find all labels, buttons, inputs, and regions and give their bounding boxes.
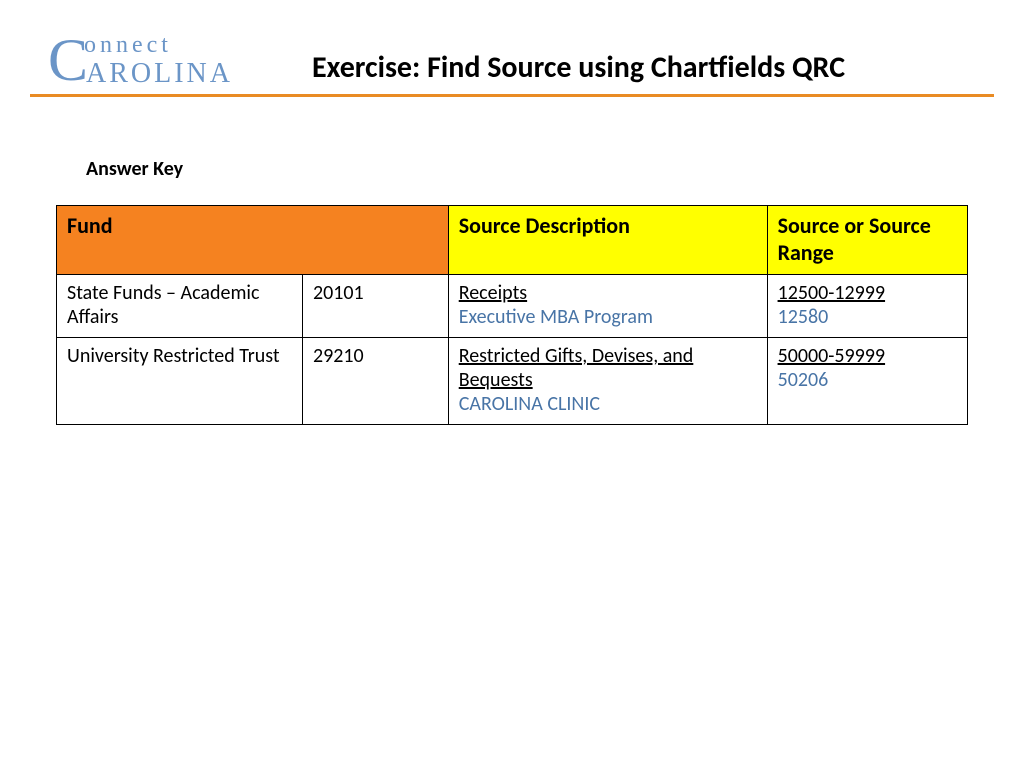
desc-link: Executive MBA Program (459, 305, 653, 329)
connect-carolina-logo: C onnect AROLINA (30, 28, 280, 88)
source-code: 12580 (778, 305, 957, 329)
content-area: Answer Key Fund Source Description Sourc… (30, 157, 994, 425)
table-row: University Restricted Trust 29210 Restri… (57, 338, 968, 425)
cell-source-description: Receipts Executive MBA Program (448, 275, 767, 338)
cell-source-description: Restricted Gifts, Devises, and Bequests … (448, 338, 767, 425)
cell-source-range: 12500-12999 12580 (767, 275, 967, 338)
desc-main: Receipts (459, 281, 527, 305)
header: C onnect AROLINA Exercise: Find Source u… (30, 28, 994, 97)
source-code: 50206 (778, 368, 957, 392)
slide-page: C onnect AROLINA Exercise: Find Source u… (0, 0, 1024, 425)
col-header-source-desc: Source Description (448, 206, 767, 275)
logo-text-top: onnect (84, 32, 172, 59)
logo-letter-c: C (48, 26, 88, 95)
subheading-answer-key: Answer Key (86, 157, 968, 181)
cell-source-range: 50000-59999 50206 (767, 338, 967, 425)
table-header-row: Fund Source Description Source or Source… (57, 206, 968, 275)
range-value: 12500-12999 (778, 281, 957, 305)
cell-fund-name: State Funds – Academic Affairs (57, 275, 303, 338)
desc-main: Restricted Gifts, Devises, and Bequests (459, 344, 694, 392)
desc-link: CAROLINA CLINIC (459, 392, 600, 416)
answer-key-table: Fund Source Description Source or Source… (56, 205, 968, 425)
cell-fund-name: University Restricted Trust (57, 338, 303, 425)
table-row: State Funds – Academic Affairs 20101 Rec… (57, 275, 968, 338)
logo-text-bottom: AROLINA (86, 58, 233, 90)
col-header-source-range: Source or Source Range (767, 206, 967, 275)
col-header-fund: Fund (57, 206, 449, 275)
cell-fund-code: 20101 (302, 275, 448, 338)
cell-fund-code: 29210 (302, 338, 448, 425)
page-title: Exercise: Find Source using Chartfields … (312, 49, 845, 88)
range-value: 50000-59999 (778, 344, 957, 368)
